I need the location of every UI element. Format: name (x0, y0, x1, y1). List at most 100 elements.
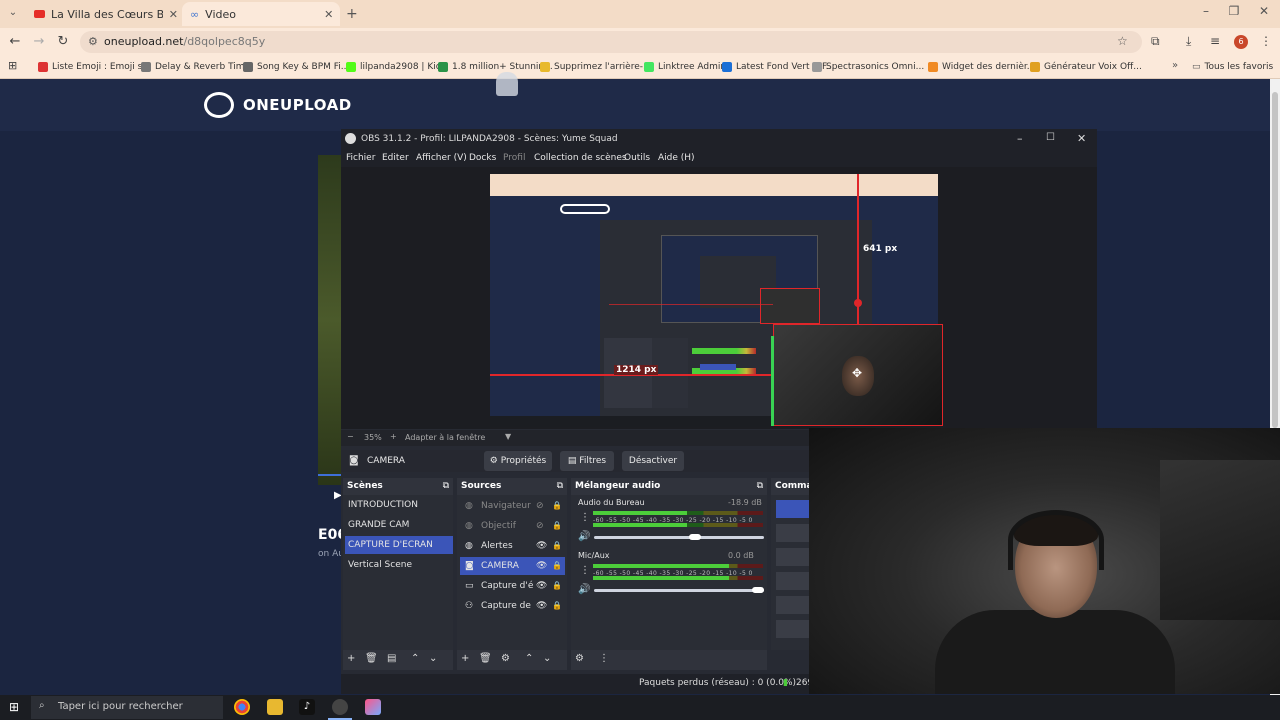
tab-video[interactable]: ∞ Video ✕ (182, 2, 340, 26)
windows-start-icon[interactable]: ⊞ (9, 700, 19, 714)
obs-menu-item[interactable]: Outils (624, 153, 650, 163)
lock-icon[interactable]: 🔒 (552, 537, 562, 555)
chrome-icon[interactable] (234, 699, 250, 715)
url-text[interactable]: oneupload.net/d8qolpec8q5y (104, 35, 265, 48)
close-window-button[interactable]: ✕ (1250, 4, 1278, 22)
virtual-camera-button[interactable] (776, 548, 809, 566)
eye-icon[interactable]: 👁 (536, 557, 547, 575)
bookmark-item[interactable]: Delay & Reverb Tim... (141, 60, 253, 74)
download-icon[interactable]: ⤓ (1186, 34, 1191, 49)
app-icon[interactable] (365, 699, 381, 715)
bookmark-item[interactable]: Supprimez l'arrière-... (540, 60, 652, 74)
speaker-icon[interactable]: 🔊 (578, 584, 590, 595)
obs-menu-item[interactable]: Profil (503, 153, 525, 163)
file-explorer-icon[interactable] (267, 699, 283, 715)
source-item[interactable]: ◙ CAMERA 👁 🔒 (460, 557, 565, 575)
scene-item[interactable]: CAPTURE D'ECRAN (345, 536, 453, 554)
more-menu-icon[interactable]: ⋮ (580, 512, 590, 523)
lock-icon[interactable]: 🔒 (552, 497, 562, 515)
all-bookmarks-link[interactable]: ▭ Tous les favoris (1192, 60, 1273, 74)
obs-menu-item[interactable]: Fichier (346, 153, 375, 163)
studio-mode-button[interactable] (776, 572, 809, 590)
bookmark-item[interactable]: Linktree Admin (644, 60, 726, 74)
move-down-icon[interactable]: ⌄ (429, 653, 437, 664)
more-menu-icon[interactable]: ⋮ (580, 565, 590, 576)
tab-search-icon[interactable]: ⌄ (6, 7, 20, 21)
bookmark-item[interactable]: Widget des dernièr... (928, 60, 1035, 74)
dock-undock-icon[interactable]: ⧉ (757, 478, 763, 495)
site-info-icon[interactable]: ⚙ (88, 35, 98, 48)
obs-menu-item[interactable]: Editer (382, 153, 409, 163)
tiktok-icon[interactable]: ♪ (299, 699, 315, 715)
remove-icon[interactable]: 🗑 (365, 653, 378, 664)
close-icon[interactable]: ✕ (324, 8, 333, 21)
zoom-out-button[interactable]: − (347, 432, 354, 441)
dock-undock-icon[interactable]: ⧉ (443, 478, 449, 495)
bookmark-item[interactable]: 1.8 million+ Stunnin... (438, 60, 553, 74)
maximize-button[interactable]: ❐ (1220, 4, 1248, 22)
eye-icon[interactable]: 👁 (536, 577, 547, 595)
more-menu-icon[interactable]: ⋮ (1260, 34, 1272, 48)
back-icon[interactable]: ← (6, 34, 24, 50)
dock-undock-icon[interactable]: ⧉ (557, 478, 563, 495)
obs-menu-item[interactable]: Docks (469, 153, 496, 163)
add-icon[interactable]: + (461, 653, 469, 664)
scene-item[interactable]: GRANDE CAM (345, 516, 453, 534)
speaker-icon[interactable]: 🔊 (578, 531, 590, 542)
start-streaming-button[interactable] (776, 500, 809, 518)
more-menu-icon[interactable]: ⋮ (599, 653, 609, 664)
obs-taskbar-icon[interactable] (332, 699, 348, 715)
add-icon[interactable]: + (347, 653, 355, 664)
bookmark-item[interactable]: Song Key & BPM Fi... (243, 60, 349, 74)
obs-close-button[interactable]: ✕ (1077, 132, 1086, 145)
filter-icon[interactable]: ▤ (387, 653, 396, 664)
bookmarks-overflow-icon[interactable]: » (1172, 60, 1178, 71)
properties-button[interactable]: ⚙ Propriétés (484, 451, 552, 471)
video-player[interactable] (318, 155, 342, 485)
extensions-icon[interactable]: ⧉ (1151, 34, 1160, 49)
site-logo-text[interactable]: ONEUPLOAD (243, 96, 352, 114)
volume-knob[interactable] (752, 587, 764, 593)
apps-grid-icon[interactable]: ⊞ (8, 59, 17, 72)
lock-icon[interactable]: 🔒 (552, 557, 562, 575)
obs-minimize-button[interactable]: – (1017, 132, 1023, 145)
obs-menu-item[interactable]: Aide (H) (658, 153, 695, 163)
page-scroll-thumb[interactable] (1272, 92, 1278, 428)
obs-menu-item[interactable]: Collection de scènes (534, 153, 627, 163)
bookmark-item[interactable]: Spectrasonics Omni... (812, 60, 924, 74)
filters-button[interactable]: ▤ Filtres (560, 451, 614, 471)
forward-icon[interactable]: → (30, 34, 48, 50)
advanced-audio-icon[interactable]: ⚙ (575, 653, 584, 664)
video-progress[interactable] (318, 474, 342, 476)
source-item[interactable]: ◍ Alertes 👁 🔒 (460, 537, 565, 555)
eye-icon[interactable]: 👁 (536, 537, 547, 555)
zoom-fit-select[interactable]: Adapter à la fenêtre (405, 433, 485, 442)
gear-icon[interactable]: ⚙ (501, 653, 510, 664)
source-item[interactable]: ▭ Capture d'éc 👁 🔒 (460, 577, 565, 595)
taskbar-search[interactable]: ⌕ Taper ici pour rechercher (31, 696, 223, 719)
lock-icon[interactable]: 🔒 (552, 577, 562, 595)
volume-slider[interactable] (594, 589, 764, 592)
eye-off-icon[interactable]: ⊘ (536, 517, 544, 535)
settings-button[interactable] (776, 596, 809, 614)
reload-icon[interactable]: ↻ (54, 34, 72, 50)
chevron-down-icon[interactable]: ▼ (505, 432, 511, 441)
scene-item[interactable]: INTRODUCTION (345, 496, 453, 514)
volume-knob[interactable] (689, 534, 701, 540)
exit-button[interactable] (776, 620, 809, 638)
media-control-icon[interactable]: ≡ (1210, 34, 1220, 48)
start-recording-button[interactable] (776, 524, 809, 542)
move-up-icon[interactable]: ⌃ (525, 653, 533, 664)
move-up-icon[interactable]: ⌃ (411, 653, 419, 664)
source-item[interactable]: ⚇ Capture de je👁 🔒 (460, 597, 565, 615)
disable-button[interactable]: Désactiver (622, 451, 684, 471)
obs-maximize-button[interactable]: ☐ (1046, 132, 1055, 143)
bookmark-item[interactable]: Liste Emoji : Emoji s... (38, 60, 151, 74)
move-down-icon[interactable]: ⌄ (543, 653, 551, 664)
remove-icon[interactable]: 🗑 (479, 653, 492, 664)
tab-villa[interactable]: La Villa des Cœurs Brisés 10 – É ✕ (28, 2, 178, 26)
bookmark-star-icon[interactable]: ☆ (1117, 34, 1128, 48)
new-tab-button[interactable]: + (346, 6, 358, 22)
profile-avatar[interactable]: 6 (1234, 35, 1248, 49)
source-item[interactable]: ◍ Objectif ⊘ 🔒 (460, 517, 565, 535)
